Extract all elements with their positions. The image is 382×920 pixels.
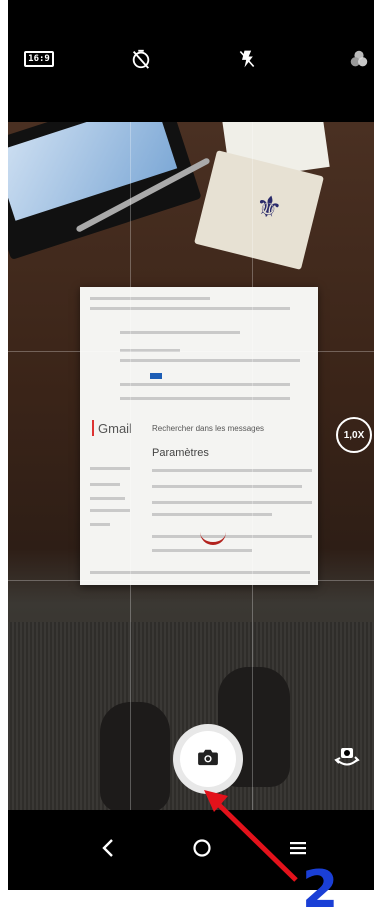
document-section-title: Paramètres (152, 447, 209, 459)
camera-top-bar: 16:9 (8, 0, 374, 122)
document-red-arrow (200, 532, 226, 545)
filters-icon[interactable] (344, 44, 374, 74)
camera-icon (197, 748, 219, 771)
back-icon[interactable] (88, 828, 128, 868)
grid-line (252, 122, 253, 810)
switch-camera-icon[interactable] (332, 742, 362, 772)
flash-off-icon[interactable] (232, 44, 262, 74)
timer-off-icon[interactable] (126, 44, 156, 74)
grid-line (8, 580, 374, 581)
left-shoe-photo (100, 702, 170, 810)
camera-viewfinder[interactable]: ⚜ Gmail Rechercher dans les messages Par… (8, 122, 374, 810)
zoom-label: 1,0X (343, 429, 365, 441)
aspect-ratio-label: 16:9 (24, 51, 54, 67)
home-icon[interactable] (182, 828, 222, 868)
zoom-button[interactable]: 1,0X (336, 417, 372, 453)
grid-line (8, 351, 374, 352)
step-number: 2 (302, 860, 339, 920)
aspect-ratio-icon[interactable]: 16:9 (24, 44, 54, 74)
shutter-button[interactable] (173, 724, 243, 794)
document-app-name: Gmail (98, 421, 132, 436)
printed-document: Gmail Rechercher dans les messages Param… (80, 287, 318, 585)
phone-screen: 16:9 ⚜ Gmail Rechercher dans les message… (8, 0, 374, 890)
document-search-text: Rechercher dans les messages (152, 424, 265, 433)
monitor-photo (8, 122, 202, 260)
grid-line (130, 122, 131, 810)
